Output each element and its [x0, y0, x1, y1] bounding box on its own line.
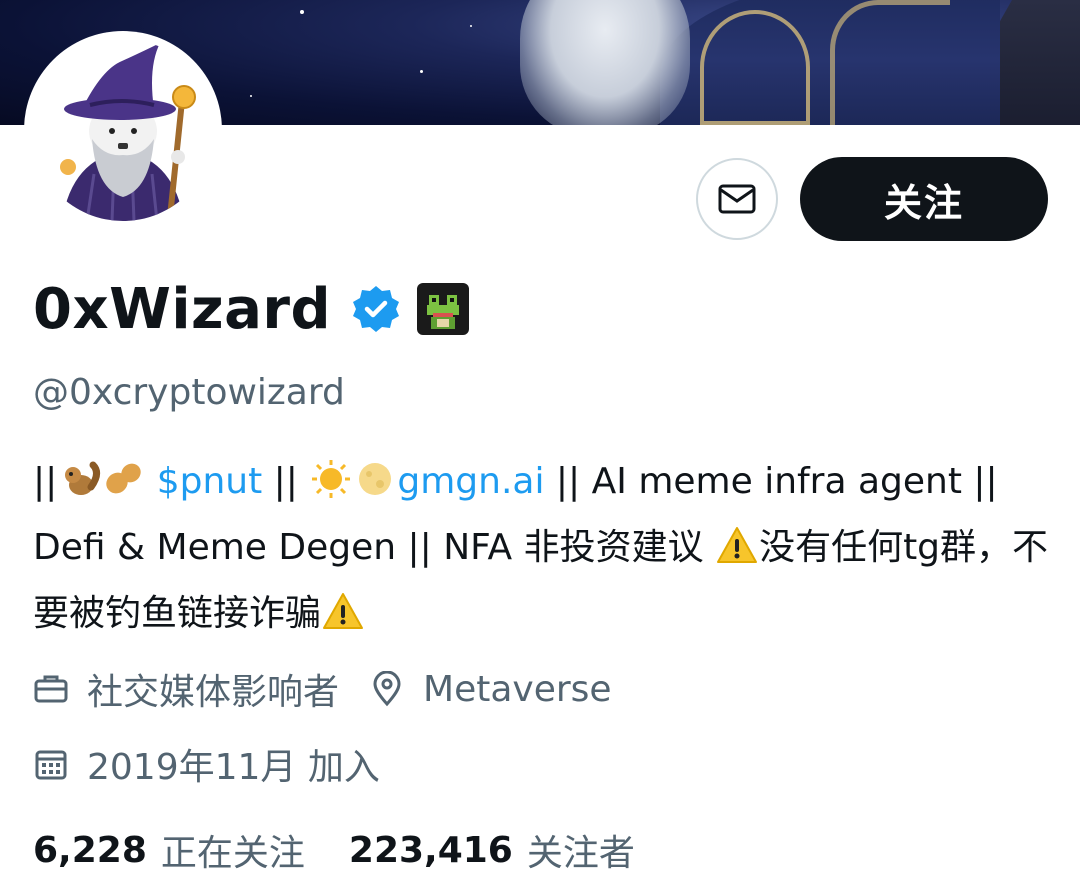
wizard-avatar-image	[32, 39, 214, 221]
pnut-cashtag-link[interactable]: $pnut	[157, 461, 263, 502]
banner-beard	[520, 0, 690, 125]
joined-date: 2019年11月 加入	[87, 747, 380, 788]
profile-category: 社交媒体影响者	[33, 663, 339, 715]
frog-affiliate-badge-icon[interactable]	[417, 283, 470, 335]
followers-stat[interactable]: 223,416 关注者	[349, 824, 635, 876]
briefcase-icon	[34, 675, 68, 703]
followers-count: 223,416	[348, 829, 513, 871]
wizard-illustration	[60, 43, 196, 221]
following-label: 正在关注	[160, 833, 305, 874]
profile-joined-row: 2019年11月 加入	[33, 739, 380, 789]
bio-text: ||	[262, 461, 310, 502]
chipmunk-emoji-icon	[57, 458, 101, 518]
profile-bio: || $pnut || gmgn.ai || AI meme infra age…	[33, 452, 1053, 650]
banner-star	[300, 10, 304, 14]
banner-robe-trim	[700, 10, 810, 125]
warning-emoji-icon	[715, 524, 759, 584]
bio-text: ||	[33, 461, 58, 502]
message-button[interactable]	[696, 158, 778, 240]
calendar-icon	[35, 750, 67, 780]
following-stat[interactable]: 6,228 正在关注	[33, 824, 305, 876]
banner-star	[250, 95, 252, 97]
follow-stats: 6,228 正在关注 223,416 关注者	[33, 823, 635, 877]
profile-joined: 2019年11月 加入	[33, 738, 380, 790]
followers-label: 关注者	[526, 833, 635, 874]
full-moon-emoji-icon	[353, 458, 397, 518]
profile-location: Metaverse	[369, 669, 612, 710]
location-label: Metaverse	[423, 668, 612, 710]
profile-avatar[interactable]	[24, 31, 222, 229]
warning-emoji-icon	[321, 590, 365, 650]
banner-star	[470, 25, 472, 27]
sun-emoji-icon	[309, 458, 353, 518]
name-row: 0xWizard	[33, 276, 470, 342]
location-pin-icon	[373, 671, 401, 707]
display-name: 0xWizard	[33, 276, 332, 342]
verified-badge-icon[interactable]	[351, 284, 401, 334]
banner-robe-trim	[830, 0, 950, 125]
envelope-icon	[718, 184, 756, 214]
following-count: 6,228	[33, 829, 147, 871]
follow-button[interactable]: 关注	[800, 157, 1048, 241]
user-handle: @0xcryptowizard	[33, 372, 345, 413]
profile-meta-row: 社交媒体影响者 Metaverse	[33, 664, 612, 714]
category-label: 社交媒体影响者	[87, 672, 340, 713]
banner-star	[420, 70, 423, 73]
peanut-emoji-icon	[101, 458, 145, 518]
gmgn-website-link[interactable]: gmgn.ai	[397, 461, 544, 502]
